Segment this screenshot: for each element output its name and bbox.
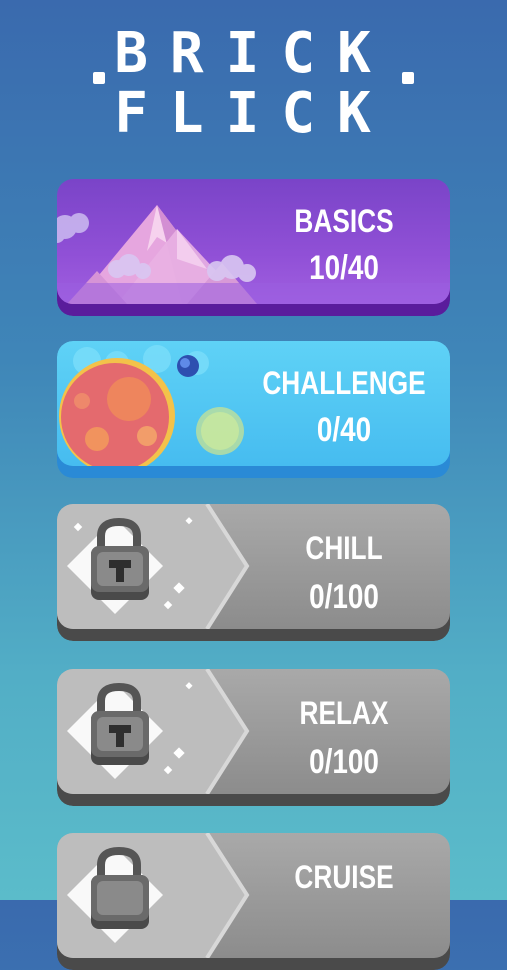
logo-line-1: BRICK (114, 21, 393, 86)
logo-dot-icon (402, 72, 414, 84)
level-card-cruise[interactable]: CRUISE (57, 833, 450, 970)
level-progress: 0/40 (316, 411, 372, 449)
level-progress: 10/40 (309, 249, 379, 287)
level-title: BASICS (294, 203, 394, 239)
level-title: CHALLENGE (262, 365, 426, 401)
level-progress: 0/100 (309, 743, 379, 781)
level-title: CHILL (305, 530, 383, 566)
level-card-chill[interactable]: CHILL 0/100 (57, 504, 450, 641)
level-title: RELAX (299, 695, 389, 731)
level-card-relax[interactable]: RELAX 0/100 (57, 669, 450, 806)
game-logo: BRICK FLICK (0, 18, 507, 148)
logo-line-2: FLICK (114, 81, 393, 146)
level-card-basics[interactable]: BASICS 10/40 (57, 179, 450, 316)
level-title: CRUISE (294, 859, 394, 895)
logo-dot-icon (93, 72, 105, 84)
level-card-challenge[interactable]: CHALLENGE 0/40 (57, 341, 450, 478)
level-progress: 0/100 (309, 578, 379, 616)
